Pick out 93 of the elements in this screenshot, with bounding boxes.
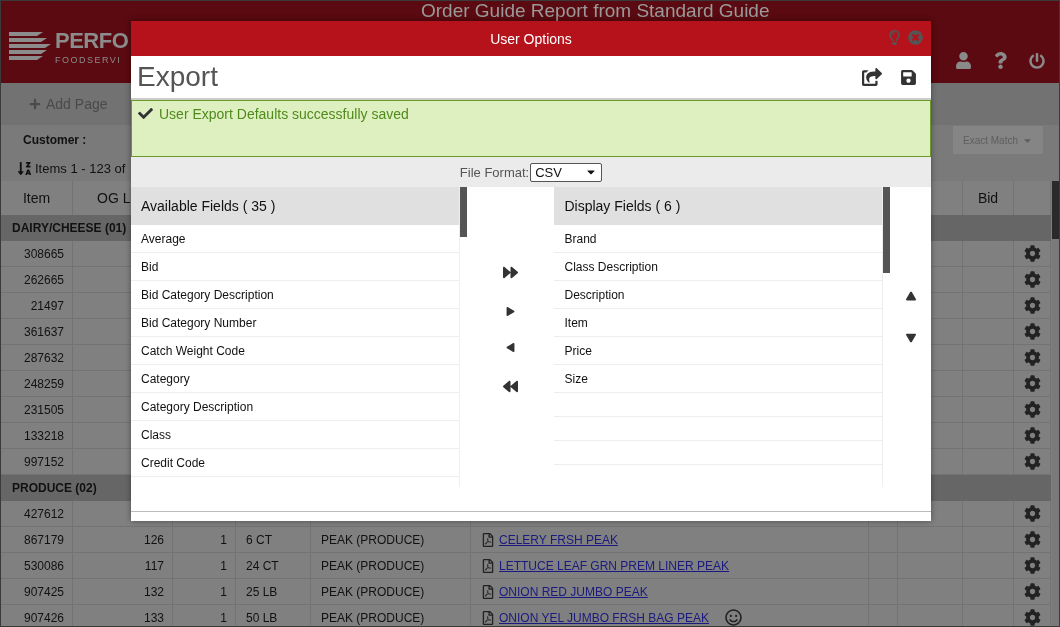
field-item[interactable]: Catch Weight Code	[131, 337, 459, 365]
item-number-cell: 133218	[1, 423, 73, 449]
size-cell: 6 CT	[236, 527, 311, 553]
field-item[interactable]: Average	[131, 225, 459, 253]
group-title: DAIRY/CHEESE (01)	[12, 221, 127, 235]
smiley-icon[interactable]	[725, 609, 743, 626]
gear-icon[interactable]	[1023, 505, 1041, 522]
items-count: Items 1 - 123 of	[35, 160, 126, 176]
field-item[interactable]: Category Description	[131, 393, 459, 421]
item-number-cell: 427612	[1, 501, 73, 527]
file-format-label: File Format:	[459, 164, 530, 180]
gear-icon[interactable]	[1023, 531, 1041, 548]
move-down-button[interactable]	[905, 333, 916, 343]
item-number-cell: 231505	[1, 397, 73, 423]
pdf-icon[interactable]	[481, 610, 495, 625]
page-title: Order Guide Report from Standard Guide	[421, 1, 770, 21]
og-line-cell: 117	[73, 553, 173, 579]
size-cell: 24 CT	[236, 553, 311, 579]
save-icon[interactable]	[900, 68, 917, 86]
brand-cell: PEAK (PRODUCE)	[311, 579, 471, 605]
gear-icon[interactable]	[1023, 401, 1041, 418]
gear-icon[interactable]	[1023, 297, 1041, 314]
move-left-button[interactable]	[506, 343, 515, 352]
og-line-cell: 126	[73, 527, 173, 553]
gear-icon[interactable]	[1023, 245, 1041, 262]
og-line-cell: 132	[73, 579, 173, 605]
field-item[interactable]: Size	[554, 365, 883, 393]
field-item[interactable]: Bid Category Number	[131, 309, 459, 337]
gear-icon[interactable]	[1023, 349, 1041, 366]
field-item[interactable]: Category	[131, 365, 459, 393]
field-item[interactable]: Class Description	[554, 253, 883, 281]
description-link[interactable]: LETTUCE LEAF GRN PREM LINER PEAK	[499, 558, 730, 573]
item-number-cell: 248259	[1, 371, 73, 397]
scrollbar[interactable]	[1052, 181, 1059, 626]
item-number-cell: 361637	[1, 319, 73, 345]
message-text: User Export Defaults successfully saved	[159, 106, 409, 122]
quantity-cell: 1	[173, 579, 236, 605]
field-item[interactable]: Bid Category Description	[131, 281, 459, 309]
move-all-left-button[interactable]	[503, 379, 518, 394]
check-icon	[138, 106, 153, 121]
gear-icon[interactable]	[1023, 427, 1041, 444]
gear-icon[interactable]	[1023, 583, 1041, 600]
list-header: Available Fields ( 35 )	[131, 187, 459, 225]
gear-icon[interactable]	[1023, 453, 1041, 470]
item-number-cell: 997152	[1, 449, 73, 475]
size-cell: 25 LB	[236, 579, 311, 605]
power-icon[interactable]	[1029, 52, 1045, 69]
description-link[interactable]: CELERY FRSH PEAK	[499, 532, 618, 547]
quantity-cell: 1	[173, 553, 236, 579]
pdf-icon[interactable]	[481, 584, 495, 599]
export-icon[interactable]	[862, 67, 882, 87]
logo-subtitle: FOODSERVI	[55, 54, 123, 66]
brand-cell: PEAK (PRODUCE)	[311, 527, 471, 553]
gear-icon[interactable]	[1023, 271, 1041, 288]
gear-icon[interactable]	[1023, 609, 1041, 626]
item-number-cell: 308665	[1, 241, 73, 267]
item-number-cell: 21497	[1, 293, 73, 319]
field-item[interactable]: Bid	[131, 253, 459, 281]
logo-icon	[9, 31, 51, 62]
logo-text: PERFO	[55, 27, 129, 54]
user-icon[interactable]	[955, 52, 972, 69]
field-item[interactable]: Item	[554, 309, 883, 337]
sort-icon[interactable]	[17, 160, 32, 176]
export-heading: Export	[137, 61, 218, 93]
file-format-select[interactable]: CSV	[530, 162, 603, 182]
item-number-cell: 867179	[1, 527, 73, 553]
description-link[interactable]: ONION YEL JUMBO FRSH BAG PEAK	[499, 610, 710, 625]
quantity-cell: 1	[173, 527, 236, 553]
list-header: Display Fields ( 6 )	[554, 187, 883, 225]
gear-icon[interactable]	[1023, 375, 1041, 392]
field-item[interactable]: Price	[554, 337, 883, 365]
description-link[interactable]: ONION RED JUMBO PEAK	[499, 584, 648, 599]
group-title: PRODUCE (02)	[12, 481, 97, 495]
brand-cell: PEAK (PRODUCE)	[311, 553, 471, 579]
item-number-cell: 907425	[1, 579, 73, 605]
move-all-right-button[interactable]	[503, 265, 518, 280]
gear-icon[interactable]	[1023, 557, 1041, 574]
move-right-button[interactable]	[506, 307, 515, 316]
pdf-icon[interactable]	[481, 558, 495, 573]
pdf-icon[interactable]	[481, 532, 495, 547]
move-up-button[interactable]	[905, 291, 916, 301]
item-number-cell: 287632	[1, 345, 73, 371]
plus-icon	[29, 98, 41, 110]
field-item[interactable]: Class	[131, 421, 459, 449]
dialog-title: User Options	[490, 30, 572, 47]
item-number-cell: 262665	[1, 267, 73, 293]
field-item[interactable]: Brand	[554, 225, 883, 253]
item-number-cell: 530086	[1, 553, 73, 579]
customer-label: Customer :	[23, 133, 87, 147]
field-item[interactable]: Description	[554, 281, 883, 309]
field-item[interactable]: Credit Code	[131, 449, 459, 477]
help-icon[interactable]	[992, 52, 1009, 69]
gear-icon[interactable]	[1023, 323, 1041, 340]
